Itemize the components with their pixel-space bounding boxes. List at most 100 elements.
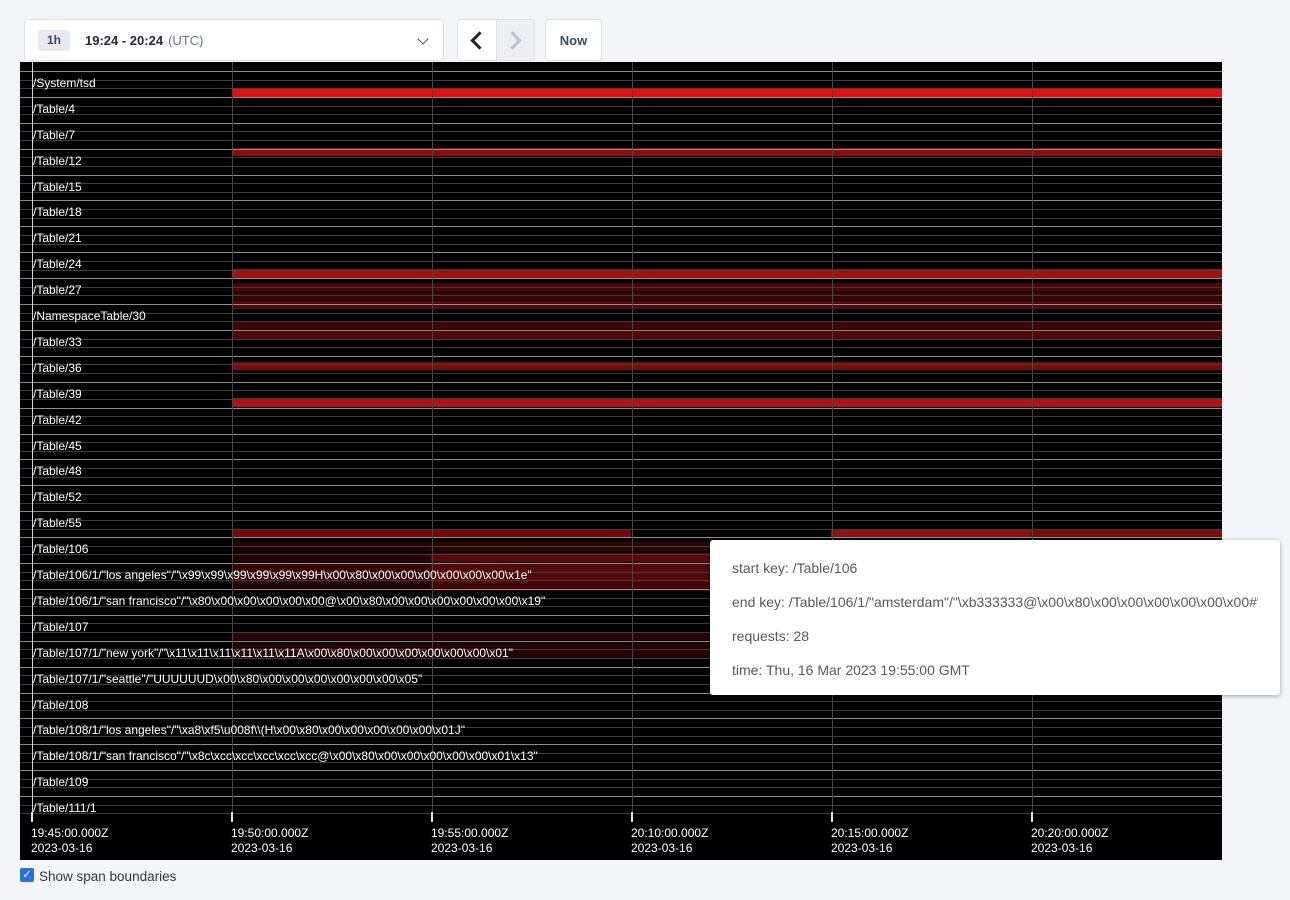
span-boundary-line (20, 744, 1222, 745)
row-key-label: /Table/106/1/"san francisco"/"\x80\x00\x… (33, 595, 545, 607)
span-subline (20, 701, 1222, 702)
span-subline (20, 468, 1222, 469)
axis-date-label: 2023-03-16 (631, 841, 692, 855)
axis-date-label: 2023-03-16 (31, 841, 92, 855)
axis-time-label: 19:45:00.000Z (31, 826, 108, 840)
span-subline (20, 261, 1222, 262)
span-subline (20, 373, 1222, 374)
time-zone-label: (UTC) (168, 33, 203, 48)
span-subline (20, 295, 1222, 296)
row-key-label: /System/tsd (33, 77, 96, 89)
time-range-text: 19:24 - 20:24(UTC) (85, 33, 203, 48)
span-subline (20, 503, 1222, 504)
span-subline (20, 805, 1222, 806)
span-boundary-line (20, 408, 1222, 409)
row-key-label: /Table/107/1/"new york"/"\x11\x11\x11\x1… (33, 647, 513, 659)
span-boundary-line (20, 796, 1222, 797)
row-key-label: /Table/108/1/"san francisco"/"\x8c\xcc\x… (33, 750, 538, 762)
row-key-label: /Table/18 (33, 206, 82, 218)
tooltip-line: requests: 28 (732, 626, 1258, 647)
span-boundary-line (20, 278, 1222, 279)
span-subline (20, 166, 1222, 167)
span-boundary-line (20, 200, 1222, 201)
span-subline (20, 494, 1222, 495)
row-key-label: /Table/15 (33, 181, 82, 193)
heatmap-band (232, 362, 1222, 370)
span-subline (20, 520, 1222, 521)
axis-date-label: 2023-03-16 (831, 841, 892, 855)
span-boundary-line (20, 459, 1222, 460)
span-boundary-line (20, 123, 1222, 124)
axis-date-label: 2023-03-16 (231, 841, 292, 855)
show-span-boundaries-checkbox[interactable]: ✓ (20, 868, 34, 882)
span-boundary-line (20, 71, 1222, 72)
span-boundary-line (20, 226, 1222, 227)
row-key-label: /Table/52 (33, 491, 82, 503)
span-subline (20, 287, 1222, 288)
time-gridline (832, 62, 833, 822)
axis-tick (1031, 812, 1033, 822)
tooltip-line: start key: /Table/106 (732, 558, 1258, 579)
time-gridline (232, 62, 233, 822)
row-key-label: /Table/55 (33, 517, 82, 529)
span-boundary-line (20, 511, 1222, 512)
span-boundary-line (20, 718, 1222, 719)
span-boundary-line (20, 485, 1222, 486)
axis-time-label: 20:15:00.000Z (831, 826, 908, 840)
axis-date-label: 2023-03-16 (431, 841, 492, 855)
tooltip-line: time: Thu, 16 Mar 2023 19:55:00 GMT (732, 660, 1258, 681)
span-subline (20, 313, 1222, 314)
axis-date-label: 2023-03-16 (1031, 841, 1092, 855)
span-subline (20, 529, 1222, 530)
time-gridline (1032, 62, 1033, 822)
time-range-selector[interactable]: 1h 19:24 - 20:24(UTC) (24, 19, 444, 61)
row-key-label: /Table/12 (33, 155, 82, 167)
span-subline (20, 157, 1222, 158)
axis-time-label: 20:20:00.000Z (1031, 826, 1108, 840)
row-key-label: /NamespaceTable/30 (33, 310, 146, 322)
span-subline (20, 339, 1222, 340)
span-boundary-line (20, 382, 1222, 383)
span-subline (20, 364, 1222, 365)
heatmap-plot[interactable]: /System/tsd/Table/4/Table/7/Table/12/Tab… (20, 62, 1222, 822)
row-key-label: /Table/27 (33, 284, 82, 296)
span-subline (20, 477, 1222, 478)
next-range-button[interactable] (497, 20, 535, 60)
span-boundary-line (20, 356, 1222, 357)
span-subline (20, 192, 1222, 193)
key-visualizer-chart: /System/tsd/Table/4/Table/7/Table/12/Tab… (20, 62, 1222, 860)
row-key-label: /Table/106 (33, 543, 88, 555)
axis-time-label: 19:55:00.000Z (431, 826, 508, 840)
show-span-boundaries-label[interactable]: Show span boundaries (39, 869, 176, 884)
span-boundary-line (20, 97, 1222, 98)
row-key-label: /Table/107 (33, 621, 88, 633)
row-key-label: /Table/24 (33, 258, 82, 270)
row-key-label: /Table/107/1/"seattle"/"UUUUUUD\x00\x80\… (33, 673, 422, 685)
chevron-right-icon (504, 31, 522, 49)
span-boundary-line (20, 434, 1222, 435)
row-key-label: /Table/111/1 (33, 802, 97, 814)
span-subline (20, 425, 1222, 426)
span-subline (20, 183, 1222, 184)
row-key-label: /Table/48 (33, 465, 82, 477)
span-subline (20, 710, 1222, 711)
span-subline (20, 399, 1222, 400)
row-key-label: /Table/36 (33, 362, 82, 374)
span-subline (20, 416, 1222, 417)
row-key-label: /Table/106/1/"los angeles"/"\x99\x99\x99… (33, 569, 532, 581)
heatmap-band (232, 88, 1222, 97)
span-subline (20, 451, 1222, 452)
span-subline (20, 813, 1222, 814)
span-boundary-line (20, 149, 1222, 150)
row-key-label: /Table/42 (33, 414, 82, 426)
now-button[interactable]: Now (545, 19, 602, 61)
previous-range-button[interactable] (458, 20, 497, 60)
span-subline (20, 787, 1222, 788)
span-subline (20, 321, 1222, 322)
span-boundary-line (20, 537, 1222, 538)
checkmark-icon: ✓ (22, 870, 31, 881)
span-subline (20, 106, 1222, 107)
chevron-left-icon (470, 31, 488, 49)
span-subline (20, 244, 1222, 245)
row-key-label: /Table/108/1/"los angeles"/"\xa8\xf5\u00… (33, 724, 465, 736)
